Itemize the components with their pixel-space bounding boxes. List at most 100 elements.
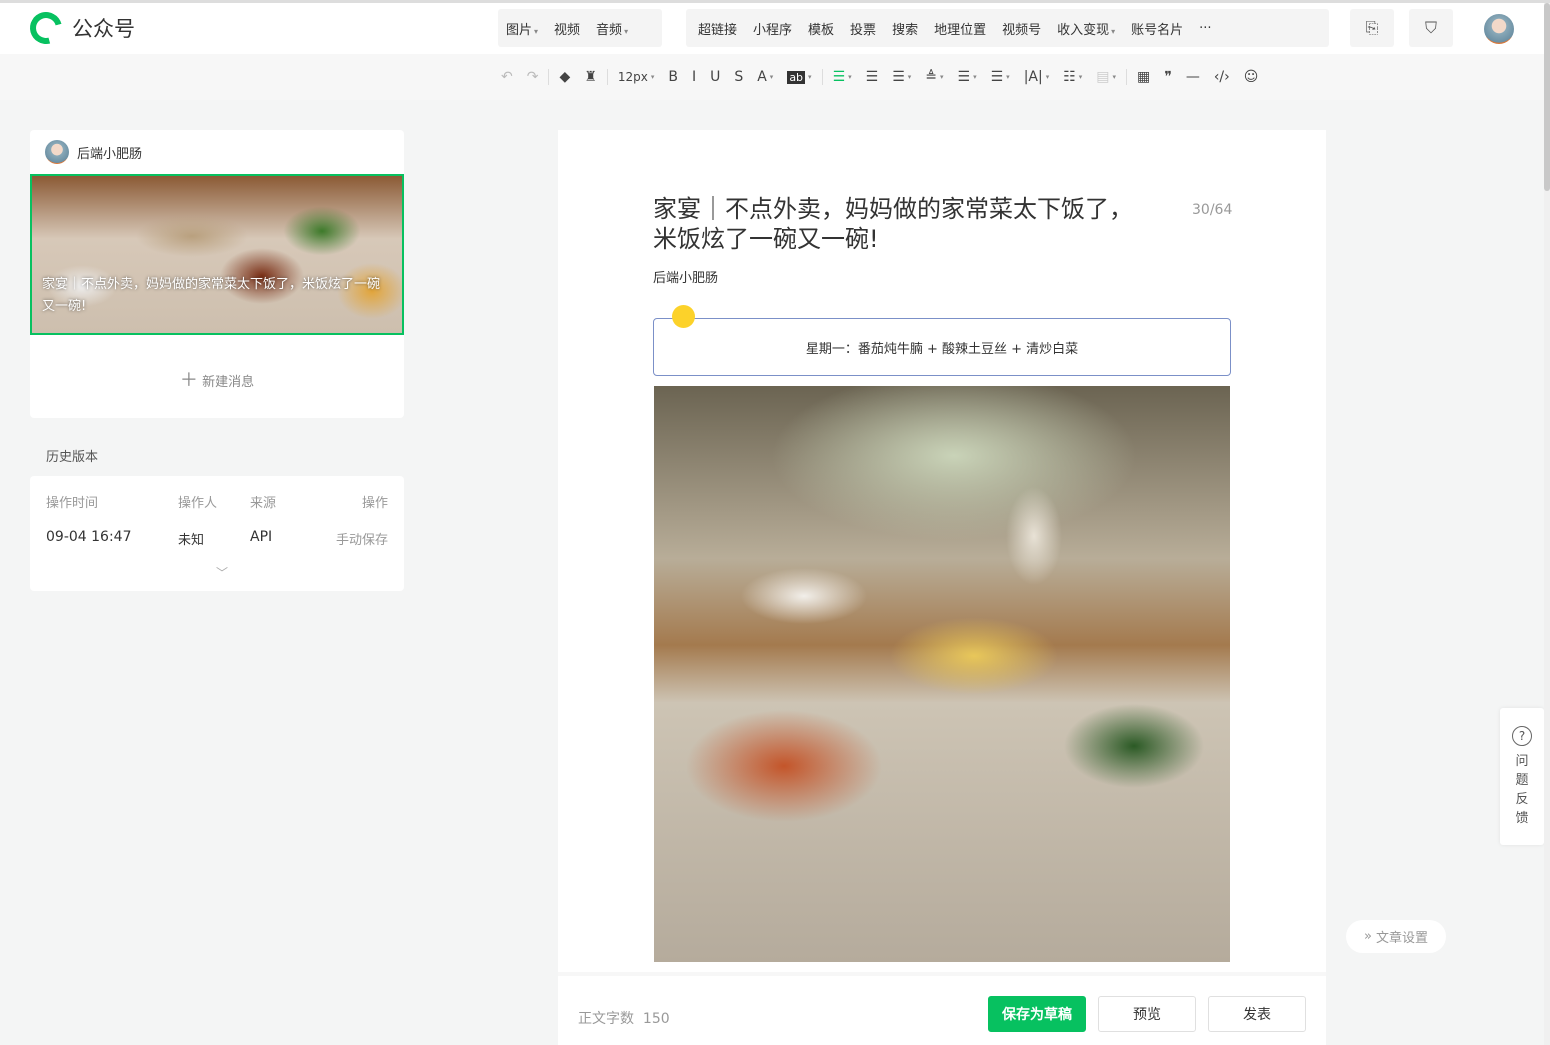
- insert-label: 收入变现: [1057, 22, 1110, 38]
- background-color-icon-glyph: ab: [787, 70, 806, 84]
- align-center-icon[interactable]: ☰ ▾: [826, 69, 859, 85]
- background-color-icon[interactable]: ab ▾: [780, 70, 818, 84]
- eraser-icon[interactable]: ◆: [552, 69, 577, 85]
- insert-5[interactable]: 地理位置: [926, 19, 994, 38]
- menu-box[interactable]: 星期一：番茄炖牛腩 + 酸辣土豆丝 + 清炒白菜: [653, 318, 1231, 376]
- menu-line: 星期一：番茄炖牛腩 + 酸辣土豆丝 + 清炒白菜: [805, 341, 1079, 357]
- letter-spacing-icon[interactable]: |A| ▾: [1017, 69, 1057, 85]
- app-name: 公众号: [72, 17, 135, 41]
- format-painter-icon[interactable]: ♜: [577, 69, 604, 85]
- account-info: 后端小肥肠: [45, 140, 142, 164]
- line-height-icon[interactable]: ☰ ▾: [984, 69, 1017, 85]
- history-table: 操作时间 操作人 来源 操作 09-04 16:47 未知 API 手动保存 ﹀: [30, 476, 404, 591]
- insert-label: 地理位置: [934, 22, 987, 38]
- security-check-icon[interactable]: ⛉: [1409, 9, 1453, 47]
- row-action[interactable]: 手动保存: [336, 529, 388, 548]
- header: 公众号 图片 ▾ 视频 音频 ▾ 超链接 小程序 模板 投票 搜索 地理位置 视频号 收入变现 ▾ 账号名…: [0, 3, 1544, 54]
- row-time: 09-04 16:47: [46, 529, 132, 545]
- insert-label: 账号名片: [1131, 22, 1184, 38]
- logo[interactable]: 公众号: [24, 6, 135, 50]
- account-name: 后端小肥肠: [77, 146, 143, 162]
- import-doc-icon[interactable]: ⎘: [1350, 9, 1394, 47]
- user-avatar[interactable]: [1484, 14, 1514, 44]
- insert-0[interactable]: 超链接: [690, 19, 745, 38]
- paragraph-spacing-after-icon-glyph: ☰: [957, 69, 971, 85]
- article-cover-item[interactable]: 家宴｜不点外卖，妈妈做的家常菜太下饭了，米饭炫了一碗又一碗!: [30, 174, 404, 335]
- new-message-button[interactable]: ＋ 新建消息: [30, 366, 404, 392]
- insert-components-group: 超链接 小程序 模板 投票 搜索 地理位置 视频号 收入变现 ▾ 账号名片 ···: [686, 9, 1329, 47]
- letter-spacing-icon-glyph: |A|: [1023, 69, 1043, 85]
- paragraph-spacing-after-icon[interactable]: ☰ ▾: [951, 69, 984, 85]
- eraser-icon-glyph: ◆: [559, 69, 571, 85]
- publish-button[interactable]: 发表: [1208, 996, 1306, 1032]
- dropdown-caret-icon: ▾: [1111, 26, 1116, 36]
- insert-8[interactable]: 账号名片: [1123, 19, 1191, 38]
- insert-1[interactable]: 视频: [546, 19, 588, 38]
- quote-icon-glyph: ❞: [1164, 69, 1172, 85]
- divider-icon[interactable]: —: [1179, 69, 1207, 85]
- insert-label: 音频: [596, 22, 623, 38]
- block-style-icon[interactable]: ▤ ▾: [1089, 69, 1123, 85]
- col-header-source: 来源: [250, 496, 277, 511]
- dropdown-caret-icon: ▾: [940, 73, 944, 81]
- feedback-char: 反: [1515, 792, 1529, 807]
- article-image[interactable]: [654, 386, 1230, 962]
- scrollbar-thumb[interactable]: [1544, 3, 1550, 191]
- dropdown-caret-icon: ▾: [1112, 73, 1117, 81]
- italic-icon[interactable]: I: [685, 69, 703, 85]
- undo-icon[interactable]: ↶: [494, 69, 520, 85]
- feedback-button[interactable]: ? 问 题 反 馈: [1500, 708, 1544, 845]
- save-draft-button[interactable]: 保存为草稿: [988, 996, 1086, 1032]
- paragraph-spacing-before-icon[interactable]: ≜ ▾: [918, 69, 950, 85]
- font-size[interactable]: 12px ▾: [611, 70, 662, 84]
- indent-icon[interactable]: ☰: [859, 69, 886, 85]
- redo-icon-glyph: ↷: [526, 69, 539, 85]
- insert-2[interactable]: 模板: [800, 19, 842, 38]
- insert-3[interactable]: 投票: [842, 19, 884, 38]
- preview-button[interactable]: 预览: [1098, 996, 1196, 1032]
- insert-4[interactable]: 搜索: [884, 19, 926, 38]
- double-chevron-down-icon: »: [1364, 929, 1372, 944]
- article-title-input[interactable]: 家宴｜不点外卖，妈妈做的家常菜太下饭了，米饭炫了一碗又一碗!: [653, 194, 1133, 254]
- strikethrough-icon[interactable]: S: [727, 69, 750, 85]
- expand-chevron-icon[interactable]: ﹀: [216, 564, 228, 581]
- redo-icon[interactable]: ↷: [520, 69, 546, 85]
- underline-icon-glyph: U: [710, 69, 721, 85]
- page-scrollbar[interactable]: [1544, 3, 1550, 1045]
- title-char-count: 30/64: [1192, 202, 1233, 218]
- emoji-decoration-icon: [672, 305, 695, 328]
- font-color-icon[interactable]: A ▾: [750, 69, 780, 85]
- justify-icon[interactable]: ☰ ▾: [885, 69, 918, 85]
- list-icon[interactable]: ☷ ▾: [1056, 69, 1089, 85]
- dropdown-caret-icon: ▾: [624, 26, 629, 36]
- table-icon[interactable]: ▦: [1130, 69, 1157, 85]
- insert-label: 小程序: [753, 22, 793, 38]
- plus-icon: ＋: [179, 370, 198, 391]
- toolbar-divider: [821, 69, 823, 85]
- emoji-icon-glyph: ☺: [1243, 69, 1259, 85]
- insert-0[interactable]: 图片 ▾: [498, 19, 546, 38]
- insert-1[interactable]: 小程序: [745, 19, 800, 38]
- article-list-card: 后端小肥肠 家宴｜不点外卖，妈妈做的家常菜太下饭了，米饭炫了一碗又一碗! ＋ 新…: [30, 130, 404, 418]
- insert-2[interactable]: 音频 ▾: [588, 19, 636, 38]
- underline-icon[interactable]: U: [703, 69, 727, 85]
- code-icon[interactable]: ‹/›: [1207, 69, 1237, 85]
- justify-icon-glyph: ☰: [892, 69, 905, 85]
- question-icon: ?: [1512, 726, 1532, 746]
- toolbar-divider: [606, 69, 608, 85]
- insert-7[interactable]: 收入变现 ▾: [1049, 19, 1123, 38]
- dropdown-caret-icon: ▾: [1006, 73, 1010, 81]
- word-count: 正文字数 150: [578, 1008, 670, 1028]
- quote-icon[interactable]: ❞: [1157, 69, 1179, 85]
- insert-label: ···: [1199, 20, 1212, 36]
- undo-icon-glyph: ↶: [501, 69, 513, 85]
- author-input[interactable]: 后端小肥肠: [653, 267, 718, 286]
- insert-6[interactable]: 视频号: [994, 19, 1049, 38]
- article-settings-button[interactable]: » 文章设置: [1346, 920, 1446, 953]
- insert-9[interactable]: ···: [1191, 21, 1219, 36]
- emoji-icon[interactable]: ☺: [1237, 69, 1266, 85]
- bold-icon[interactable]: B: [661, 69, 685, 85]
- dropdown-caret-icon: ▾: [907, 73, 912, 81]
- insert-label: 模板: [808, 22, 835, 38]
- word-count-label: 正文字数: [578, 1011, 634, 1027]
